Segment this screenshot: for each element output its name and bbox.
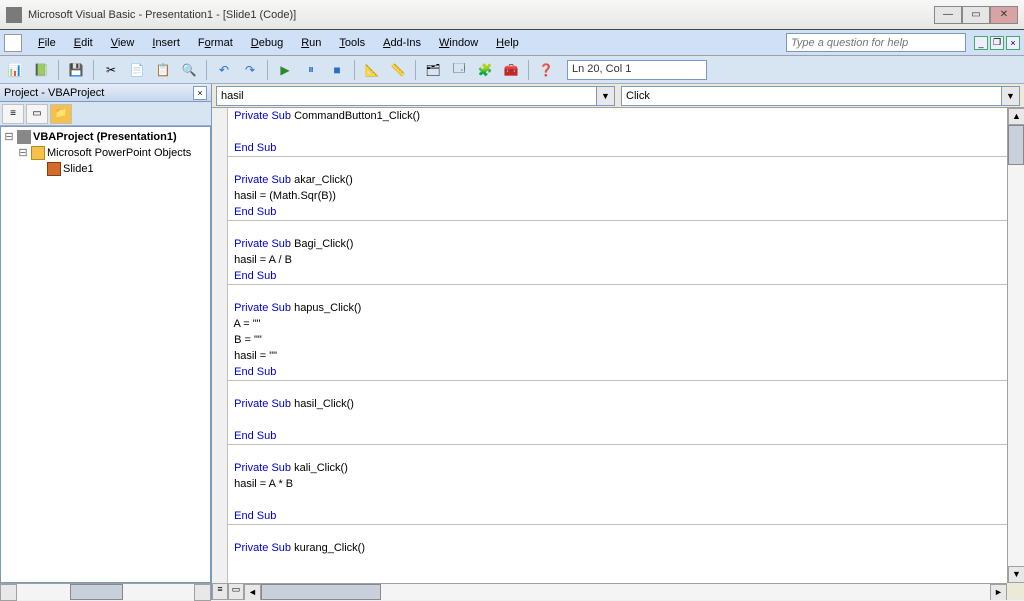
maximize-button[interactable]: ▭ [962,6,990,24]
view-code-button[interactable]: ≡ [2,104,24,124]
tb-ruler-icon[interactable]: 📏 [387,59,409,81]
tb-sep [267,60,268,80]
menu-edit[interactable]: Edit [66,34,101,52]
menu-file[interactable]: File [30,34,64,52]
code-body: Private Sub CommandButton1_Click() End S… [212,108,1024,600]
minimize-button[interactable]: — [934,6,962,24]
tb-save-icon[interactable]: 💾 [65,59,87,81]
hscroll-thumb[interactable] [261,584,381,600]
slide-icon [47,162,61,176]
menu-run[interactable]: Run [293,34,329,52]
folder-icon [31,146,45,160]
tb-sep [206,60,207,80]
toolbar: 📊 📗 💾 ✂ 📄 📋 🔍 ↶ ↷ ▶ ⏸ ■ 📐 📏 🗂 🗔 🧩 🧰 ❓ Ln… [0,56,1024,84]
menu-format[interactable]: Format [190,34,241,52]
tb-obj-icon[interactable]: 🧩 [474,59,496,81]
chevron-down-icon: ▼ [1001,87,1019,105]
project-hscroll[interactable] [0,583,211,600]
tb-run-icon[interactable]: ▶ [274,59,296,81]
mdi-close[interactable]: × [1006,36,1020,50]
close-button[interactable]: ✕ [990,6,1018,24]
window-buttons: — ▭ ✕ [934,6,1018,24]
view-object-button[interactable]: ▭ [26,104,48,124]
object-dropdown-value: hasil [221,90,244,102]
vb-icon [4,34,22,52]
project-icon [17,130,31,144]
tb-copy-icon[interactable]: 📄 [126,59,148,81]
tb-sep [528,60,529,80]
mdi-restore[interactable]: ❐ [990,36,1004,50]
tb-sep [58,60,59,80]
code-vscroll[interactable]: ▲ ▼ [1007,108,1024,583]
project-explorer: Project - VBAProject × ≡ ▭ 📁 ⊟ VBAProjec… [0,84,212,600]
full-view-button[interactable]: ▭ [228,583,244,600]
tb-design-icon[interactable]: 📐 [361,59,383,81]
tb-tbx-icon[interactable]: 🧰 [500,59,522,81]
code-dropdowns: hasil ▼ Click ▼ [212,84,1024,108]
scroll-down-icon[interactable]: ▼ [1008,566,1024,583]
scroll-left-icon[interactable]: ◄ [244,584,261,600]
code-editor[interactable]: Private Sub CommandButton1_Click() End S… [228,108,1007,583]
cursor-position: Ln 20, Col 1 [567,60,707,80]
tb-sep [415,60,416,80]
project-toolbar: ≡ ▭ 📁 [0,102,211,126]
tb-stop-icon[interactable]: ■ [326,59,348,81]
view-switch: ≡ ▭ [212,583,244,600]
tb-help-icon[interactable]: ❓ [535,59,557,81]
scroll-up-icon[interactable]: ▲ [1008,108,1024,125]
code-pane: hasil ▼ Click ▼ Private Sub CommandButto… [212,84,1024,600]
tb-prop-icon[interactable]: 🗔 [448,59,470,81]
tb-ppt-icon[interactable]: 📊 [4,59,26,81]
tb-excel-icon[interactable]: 📗 [30,59,52,81]
mdi-minimize[interactable]: _ [974,36,988,50]
procedure-view-button[interactable]: ≡ [212,583,228,600]
menu-help[interactable]: Help [488,34,527,52]
procedure-dropdown-value: Click [626,90,650,102]
scroll-right-icon[interactable] [194,584,211,601]
project-title-text: Project - VBAProject [4,87,193,99]
titlebar: Microsoft Visual Basic - Presentation1 -… [0,0,1024,30]
menu-window[interactable]: Window [431,34,486,52]
tb-pause-icon[interactable]: ⏸ [300,59,322,81]
workspace: Project - VBAProject × ≡ ▭ 📁 ⊟ VBAProjec… [0,84,1024,600]
chevron-down-icon: ▼ [596,87,614,105]
project-close-button[interactable]: × [193,86,207,100]
scroll-corner [1007,583,1024,600]
window-title: Microsoft Visual Basic - Presentation1 -… [28,9,934,21]
tb-sep [354,60,355,80]
mdi-buttons: _ ❐ × [974,36,1020,50]
code-margin [212,108,228,583]
scroll-right-icon[interactable]: ► [990,584,1007,600]
help-search-input[interactable] [786,33,966,52]
tree-root[interactable]: ⊟ VBAProject (Presentation1) [3,129,208,145]
project-explorer-title: Project - VBAProject × [0,84,211,102]
scroll-thumb[interactable] [70,584,123,600]
menu-debug[interactable]: Debug [243,34,291,52]
tree-folder[interactable]: ⊟ Microsoft PowerPoint Objects [3,145,208,161]
tb-find-icon[interactable]: 🔍 [178,59,200,81]
tb-redo-icon[interactable]: ↷ [239,59,261,81]
tb-undo-icon[interactable]: ↶ [213,59,235,81]
menubar: File Edit View Insert Format Debug Run T… [0,30,1024,56]
menu-tools[interactable]: Tools [331,34,373,52]
tb-cut-icon[interactable]: ✂ [100,59,122,81]
tb-sep [93,60,94,80]
object-dropdown[interactable]: hasil ▼ [216,86,615,106]
tb-proj-icon[interactable]: 🗂 [422,59,444,81]
menu-addins[interactable]: Add-Ins [375,34,429,52]
app-icon [6,7,22,23]
scroll-left-icon[interactable] [0,584,17,601]
project-tree[interactable]: ⊟ VBAProject (Presentation1) ⊟ Microsoft… [0,126,211,583]
menu-insert[interactable]: Insert [144,34,188,52]
tb-paste-icon[interactable]: 📋 [152,59,174,81]
menu-view[interactable]: View [103,34,143,52]
code-hscroll[interactable]: ◄ ► [244,583,1007,600]
vscroll-thumb[interactable] [1008,125,1024,165]
procedure-dropdown[interactable]: Click ▼ [621,86,1020,106]
toggle-folders-button[interactable]: 📁 [50,104,72,124]
tree-slide1[interactable]: Slide1 [3,161,208,177]
